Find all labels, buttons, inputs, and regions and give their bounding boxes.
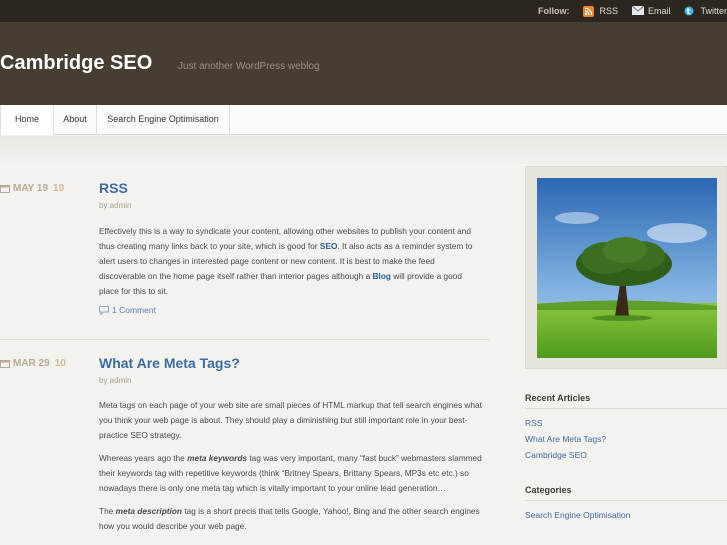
post-text: The xyxy=(99,506,116,516)
sidebar-image-frame xyxy=(525,166,727,369)
nav-item-about[interactable]: About xyxy=(54,105,97,135)
blog-link[interactable]: Blog xyxy=(373,271,391,281)
recent-article-link[interactable]: Cambridge SEO xyxy=(525,450,587,460)
post-content: Effectively this is a way to syndicate y… xyxy=(99,224,482,307)
recent-article-link[interactable]: RSS xyxy=(525,418,542,428)
post-content: Meta tags on each page of your web site … xyxy=(99,398,482,542)
rss-link[interactable]: RSS xyxy=(583,5,618,17)
post-paragraph: The meta description tag is a short prec… xyxy=(99,504,482,534)
site-header: Cambridge SEO Just another WordPress web… xyxy=(0,22,727,105)
tree-landscape-image xyxy=(537,178,717,358)
nav-item-search-engine-optimisation[interactable]: Search Engine Optimisation xyxy=(97,105,230,135)
widget-divider xyxy=(525,500,727,501)
header-shadow-band xyxy=(0,136,727,166)
categories-title: Categories xyxy=(525,485,572,495)
follow-label: Follow: xyxy=(537,6,570,16)
comment-icon xyxy=(99,305,109,316)
twitter-icon: t xyxy=(684,6,696,17)
post-paragraph: Meta tags on each page of your web site … xyxy=(99,400,482,440)
seo-link[interactable]: SEO xyxy=(320,241,338,251)
nav-item-home[interactable]: Home xyxy=(0,105,54,135)
post-title[interactable]: What Are Meta Tags? xyxy=(99,355,240,371)
post-month-day: MAR 29 xyxy=(13,358,50,369)
twitter-label: Twitter xyxy=(700,6,727,16)
category-link[interactable]: Search Engine Optimisation xyxy=(525,510,630,520)
site-title[interactable]: Cambridge SEO xyxy=(0,52,152,75)
post-paragraph: Whereas years ago the meta keywords tag … xyxy=(99,451,482,496)
rss-icon xyxy=(583,5,595,17)
post-date: MAR 29 10 xyxy=(0,358,66,369)
widget-divider xyxy=(525,408,727,409)
email-icon xyxy=(631,5,644,17)
post-emphasis: meta description xyxy=(115,506,183,516)
rss-label: RSS xyxy=(599,6,618,16)
post-month-day: MAY 19 xyxy=(13,183,49,194)
post-emphasis: meta keywords xyxy=(187,453,248,463)
post-byline: by admin xyxy=(99,201,132,210)
main-nav: Home About Search Engine Optimisation xyxy=(0,105,727,135)
site-tagline: Just another WordPress weblog xyxy=(178,61,320,72)
post-year: 10 xyxy=(53,183,65,194)
post-byline: by admin xyxy=(99,376,132,385)
comments-link[interactable]: 1 Comment xyxy=(99,305,156,316)
email-label: Email xyxy=(647,6,671,16)
post-title[interactable]: RSS xyxy=(99,180,128,196)
post-paragraph: Effectively this is a way to syndicate y… xyxy=(99,224,482,299)
recent-article-link[interactable]: What Are Meta Tags? xyxy=(525,434,606,444)
calendar-icon xyxy=(0,359,10,368)
post-text: Whereas years ago the xyxy=(99,453,188,463)
svg-text:t: t xyxy=(687,7,691,16)
follow-bar: Follow: RSS Email t Twitter xyxy=(0,0,727,22)
email-link[interactable]: Email xyxy=(631,5,671,17)
comments-count: 1 Comment xyxy=(112,305,156,315)
recent-articles-title: Recent Articles xyxy=(525,393,591,403)
post-divider xyxy=(0,339,490,340)
post-date: MAY 19 10 xyxy=(0,183,64,194)
calendar-icon xyxy=(0,184,10,193)
twitter-link[interactable]: t Twitter xyxy=(684,6,727,17)
post-year: 10 xyxy=(54,358,66,369)
